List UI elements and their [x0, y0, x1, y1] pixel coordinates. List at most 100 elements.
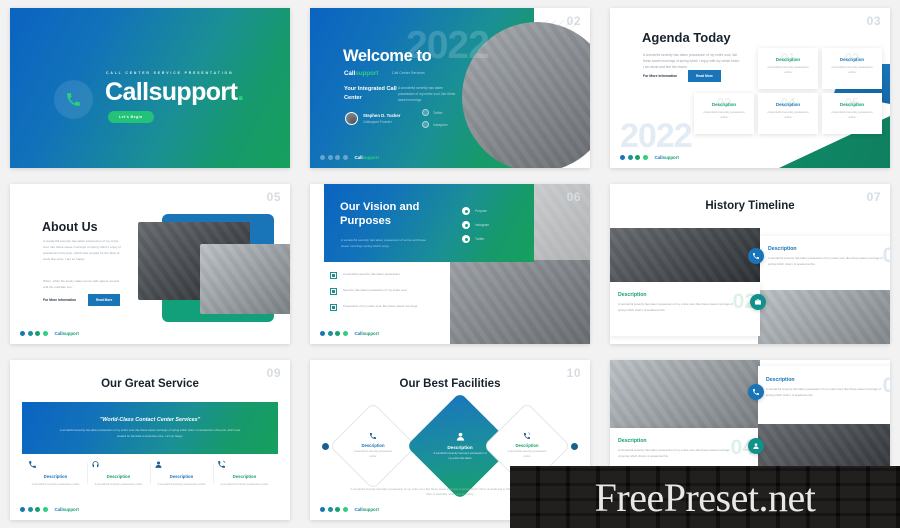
dot-1[interactable]	[320, 155, 325, 160]
slide-cover[interactable]: CALL CENTER SERVICE PRESENTATION Callsup…	[10, 8, 290, 168]
list-item: A wonderful serenity has taken possessio…	[330, 272, 440, 279]
slide-about[interactable]: 05 About Us A wonderful serenity has tak…	[10, 184, 290, 344]
service-card[interactable]: Description A wonderful serenity possess…	[24, 460, 87, 487]
dot-1[interactable]	[320, 331, 325, 336]
agenda-card-heading: Description	[839, 57, 865, 62]
dot-2[interactable]	[327, 507, 333, 512]
agenda-card-text: A wonderful serenity possession entire	[703, 110, 745, 120]
history-card[interactable]: 01 Description A wonderful serenity has …	[760, 236, 890, 290]
list-item: Possession of my entire soul, like these…	[330, 304, 440, 311]
slide-vision[interactable]: 06 Our Vision and Purposes A wonderful s…	[310, 184, 590, 344]
watermark-text: FreePreset.net	[594, 474, 816, 520]
history2-card[interactable]: 03 Description A wonderful serenity has …	[758, 366, 890, 424]
history2-badge-user[interactable]	[748, 438, 764, 454]
dot-1[interactable]	[20, 331, 25, 336]
twitter-icon	[422, 109, 429, 116]
vision-nav-label: Twitter	[475, 237, 485, 241]
footer-bar: Callsupport	[620, 155, 679, 160]
footer-social-dots[interactable]	[320, 507, 348, 512]
dot-4[interactable]	[42, 507, 48, 512]
slide-welcome[interactable]: 02 2022 Welcome to Callsupport Call Cent…	[310, 8, 590, 168]
cover-cta-button[interactable]: Let's Begin	[108, 111, 154, 123]
footer-social-dots[interactable]	[20, 507, 48, 512]
dot-2[interactable]	[327, 155, 333, 160]
footer-brand: Callsupport	[55, 331, 79, 336]
vision-nav-item[interactable]: Twitter	[462, 235, 489, 243]
dot-2[interactable]	[27, 331, 33, 336]
service-card[interactable]: Description A wonderful serenity possess…	[213, 460, 276, 487]
footer-social-dots[interactable]	[320, 155, 348, 160]
dot-2[interactable]	[627, 155, 633, 160]
slide-cell-service[interactable]: 09 Our Great Service "World-Class Contac…	[0, 352, 300, 528]
bullet-icon	[462, 235, 470, 243]
prev-arrow-icon[interactable]	[322, 443, 329, 450]
slide-cell-history[interactable]: 07 History Timeline 01 Description A won…	[600, 176, 900, 352]
facility-diamond-left[interactable]: Description A wonderful serenity possess…	[329, 402, 417, 490]
agenda-card[interactable]: 03 Description A wonderful serenity poss…	[694, 93, 754, 134]
dot-1[interactable]	[20, 507, 25, 512]
dot-3[interactable]	[35, 331, 40, 336]
phone-icon	[29, 461, 36, 468]
dot-4[interactable]	[342, 155, 348, 160]
service-card-text: A wonderful serenity possession entire	[220, 482, 269, 486]
vision-nav-item[interactable]: Instagram	[462, 221, 489, 229]
dot-3[interactable]	[335, 507, 340, 512]
history-badge-briefcase[interactable]	[750, 294, 766, 310]
dot-1[interactable]	[620, 155, 625, 160]
dot-3[interactable]	[335, 155, 340, 160]
history-card[interactable]: 02 Description A wonderful serenity has …	[610, 282, 760, 336]
agenda-card-grid: 01 Description A wonderful serenity poss…	[694, 48, 882, 134]
service-card[interactable]: Description A wonderful serenity possess…	[87, 460, 150, 487]
agenda-card[interactable]: 02 Description A wonderful serenity poss…	[822, 48, 882, 89]
check-square-icon	[330, 288, 337, 295]
dot-2[interactable]	[327, 331, 333, 336]
dot-2[interactable]	[27, 507, 33, 512]
footer-bar: Callsupport	[320, 507, 379, 512]
history-card-heading: Description	[618, 292, 647, 298]
check-square-icon	[330, 272, 337, 279]
slide-agenda[interactable]: 2022 03 Agenda Today A wonderful serenit…	[610, 8, 890, 168]
slide-number: 03	[866, 14, 881, 28]
service-card[interactable]: Description A wonderful serenity possess…	[150, 460, 213, 487]
history-badge-phone[interactable]	[748, 248, 764, 264]
slide-cell-about[interactable]: 05 About Us A wonderful serenity has tak…	[0, 176, 300, 352]
history-card-text: A wonderful serenity has taken possessio…	[618, 302, 733, 312]
slide-service[interactable]: 09 Our Great Service "World-Class Contac…	[10, 360, 290, 520]
social-link-twitter[interactable]: Twitter	[422, 109, 448, 116]
slide-cell-agenda[interactable]: 2022 03 Agenda Today A wonderful serenit…	[600, 0, 900, 176]
footer-social-dots[interactable]	[320, 331, 348, 336]
agenda-card[interactable]: 01 Description A wonderful serenity poss…	[758, 48, 818, 89]
welcome-brand-a: Call	[344, 70, 356, 77]
footer-brand: Callsupport	[655, 155, 679, 160]
dot-3[interactable]	[635, 155, 640, 160]
page-title: Agenda Today	[642, 30, 731, 45]
footer-brand-b: support	[62, 331, 79, 336]
footer-brand-a: Call	[354, 331, 363, 336]
social-link-instagram[interactable]: Instagram	[422, 121, 448, 128]
instagram-icon	[422, 121, 429, 128]
dot-1[interactable]	[320, 507, 325, 512]
footer-social-dots[interactable]	[20, 331, 48, 336]
footer-brand-b: support	[362, 155, 379, 160]
dot-3[interactable]	[335, 331, 340, 336]
dot-4[interactable]	[642, 155, 648, 160]
next-arrow-icon[interactable]	[571, 443, 578, 450]
about-read-more-button[interactable]: Read More	[88, 294, 121, 306]
vision-nav-item[interactable]: Purpose	[462, 207, 489, 215]
slide-cell-cover[interactable]: CALL CENTER SERVICE PRESENTATION Callsup…	[0, 0, 300, 176]
footer-social-dots[interactable]	[620, 155, 648, 160]
dot-4[interactable]	[342, 331, 348, 336]
slide-cell-vision[interactable]: 06 Our Vision and Purposes A wonderful s…	[300, 176, 600, 352]
facility-left-text: A wonderful serenity possession entire	[353, 450, 393, 458]
check-square-icon	[330, 304, 337, 311]
agenda-card[interactable]: 05 Description A wonderful serenity poss…	[822, 93, 882, 134]
dot-4[interactable]	[42, 331, 48, 336]
social-label-instagram: Instagram	[433, 122, 448, 127]
slide-history[interactable]: 07 History Timeline 01 Description A won…	[610, 184, 890, 344]
agenda-card[interactable]: 04 Description A wonderful serenity poss…	[758, 93, 818, 134]
history2-badge-phone[interactable]	[748, 384, 764, 400]
dot-4[interactable]	[342, 507, 348, 512]
dot-3[interactable]	[35, 507, 40, 512]
slide-cell-welcome[interactable]: 02 2022 Welcome to Callsupport Call Cent…	[300, 0, 600, 176]
footer-brand-a: Call	[54, 331, 63, 336]
